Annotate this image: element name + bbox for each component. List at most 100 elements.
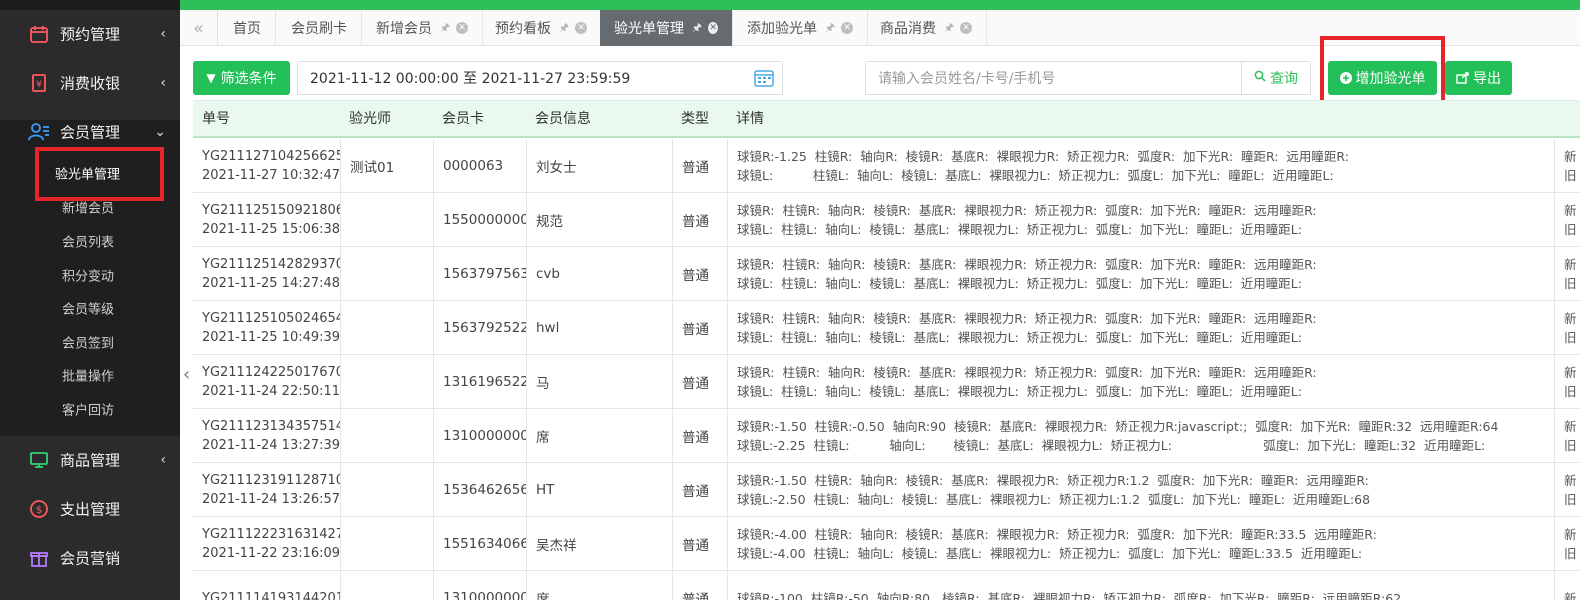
pin-icon[interactable]: 🖈 xyxy=(944,19,954,38)
cell-card-text: 0000063 xyxy=(443,158,504,174)
close-icon[interactable]: ✕ xyxy=(575,22,588,34)
close-icon[interactable]: ✕ xyxy=(960,22,973,34)
pin-icon[interactable]: 🖈 xyxy=(825,19,835,38)
cell-detail-text: 球镜L: 柱镜L: 轴向L: 棱镜L: 基底L: 裸眼视力L: 矫正视力L: 弧… xyxy=(737,168,1334,183)
cell-detail: 球镜R:-4.00 柱镜R: 轴向R: 棱镜R: 基底R: 裸眼视力R: 矫正视… xyxy=(727,517,1554,571)
coin-icon: $ xyxy=(28,498,50,520)
sidebar-item-label: 会员等级 xyxy=(62,302,115,318)
table-row[interactable]: YG2111231343575147 2021-11-24 13:27:39 131… xyxy=(193,409,1580,463)
cell-extra-text: 旧 xyxy=(1564,546,1577,561)
optometry-orders-table: 单号 验光师 会员卡 会员信息 类型 详情 YG2111271042566254… xyxy=(193,100,1580,600)
tab-optometry-orders[interactable]: 验光单管理 🖈 ✕ xyxy=(600,10,733,46)
table-row[interactable]: YG2111231911287101 2021-11-24 13:26:57 153… xyxy=(193,463,1580,517)
cell-detail-text: 球镜R:-4.00 柱镜R: 轴向R: 棱镜R: 基底R: 裸眼视力R: 矫正视… xyxy=(737,527,1377,542)
date-range-input[interactable]: 2021-11-12 00:00:00 至 2021-11-27 23:59:5… xyxy=(297,61,783,95)
sidebar-item-member-list[interactable]: 会员列表 xyxy=(0,224,180,258)
close-icon[interactable]: ✕ xyxy=(708,22,718,34)
pin-icon[interactable]: 🖈 xyxy=(692,19,702,38)
nav-group-marketing[interactable]: 会员营销 xyxy=(0,534,180,582)
column-header-member[interactable]: 会员信息 xyxy=(526,101,591,137)
calendar-icon[interactable] xyxy=(754,69,774,91)
cell-detail: 球镜R:-1.50 柱镜R: 轴向R: 棱镜R: 基底R: 裸眼视力R: 矫正视… xyxy=(727,463,1554,517)
cell-extra-text: 旧 xyxy=(1564,276,1577,291)
tab-product-consumption[interactable]: 商品消费 🖈 ✕ xyxy=(866,10,988,46)
svg-text:$: $ xyxy=(36,505,42,516)
cell-order-no: YG2111251050246549 2021-11-25 10:49:39 xyxy=(193,301,340,355)
member-search-input[interactable]: 请输入会员姓名/卡号/手机号 xyxy=(865,61,1242,95)
cell-extra-text: 旧 xyxy=(1564,438,1577,453)
filter-icon: ▼ xyxy=(206,71,216,85)
column-header-detail[interactable]: 详情 xyxy=(727,101,764,137)
tab-member-swipe[interactable]: 会员刷卡 xyxy=(277,10,362,46)
nav-group-appointments[interactable]: 预约管理 ‹ xyxy=(0,10,180,58)
cell-extra-text: 旧 xyxy=(1564,168,1577,183)
sidebar-item-label: 会员签到 xyxy=(62,336,115,352)
sidebar-item-member-levels[interactable]: 会员等级 xyxy=(0,291,180,325)
date-range-value: 2021-11-12 00:00:00 至 2021-11-27 23:59:5… xyxy=(310,71,631,87)
cell-detail-text: 球镜L: 柱镜L: 轴向L: 棱镜L: 基底L: 裸眼视力L: 矫正视力L: 弧… xyxy=(737,222,1302,237)
cell-member: 马 xyxy=(526,355,672,409)
table-row[interactable]: YG2111271042566254 2021-11-27 10:32:47 测试0… xyxy=(193,139,1580,193)
cell-order-no-text: YG2111251509218061 xyxy=(202,203,340,218)
cell-extra: 新旧 xyxy=(1554,139,1580,193)
cell-type-text: 普通 xyxy=(682,268,709,284)
nav-group-label: 消费收银 xyxy=(60,74,121,93)
tab-add-optometry-order[interactable]: 添加验光单 🖈 ✕ xyxy=(733,10,869,46)
tab-add-member[interactable]: 新增会员 🖈 ✕ xyxy=(362,10,484,46)
sidebar-item-batch[interactable]: 批量操作 xyxy=(0,358,180,392)
cell-member-text: 刘女士 xyxy=(536,160,577,176)
cell-order-no-text: YG2111251050246549 xyxy=(202,311,340,326)
export-button[interactable]: 导出 xyxy=(1445,61,1512,95)
sidebar-item-optometry-orders[interactable]: 验光单管理 xyxy=(0,156,180,190)
column-header-type[interactable]: 类型 xyxy=(672,101,709,137)
filter-button[interactable]: ▼ 筛选条件 xyxy=(193,61,290,95)
cell-extra: 新旧 xyxy=(1554,463,1580,517)
table-row[interactable]: YG2111242250176709 2021-11-24 22:50:11 131… xyxy=(193,355,1580,409)
cell-order-no-text: YG2111231343575147 xyxy=(202,419,340,434)
tab-appointment-board[interactable]: 预约看板 🖈 ✕ xyxy=(481,10,603,46)
search-button[interactable]: 查询 xyxy=(1241,61,1311,95)
tab-label: 验光单管理 xyxy=(614,21,684,37)
nav-group-checkout[interactable]: ¥ 消费收银 ‹ xyxy=(0,59,180,107)
table-row[interactable]: YG2111251509218061 2021-11-25 15:06:38 155… xyxy=(193,193,1580,247)
table-row[interactable]: YG2111222316314270 2021-11-22 23:16:09 155… xyxy=(193,517,1580,571)
cell-type: 普通 xyxy=(672,355,727,409)
tab-home[interactable]: 首页 xyxy=(219,10,276,46)
column-header-card[interactable]: 会员卡 xyxy=(433,101,484,137)
sidebar-item-checkin[interactable]: 会员签到 xyxy=(0,325,180,359)
cell-detail-text: 球镜L: 柱镜L: 轴向L: 棱镜L: 基底L: 裸眼视力L: 矫正视力L: 弧… xyxy=(737,276,1302,291)
column-header-optometrist[interactable]: 验光师 xyxy=(340,101,391,137)
cell-order-no-text: YG2111251428293702 xyxy=(202,257,340,272)
table-row[interactable]: YG2111251050246549 2021-11-25 10:49:39 156… xyxy=(193,301,1580,355)
column-header-order-no[interactable]: 单号 xyxy=(193,101,230,137)
cell-extra-text: 新 xyxy=(1564,590,1577,600)
close-icon[interactable]: ✕ xyxy=(456,22,469,34)
cell-optometrist xyxy=(340,247,433,301)
sidebar: 预约管理 ‹ ¥ 消费收银 ‹ 会员管理 ⌄ 验光单管理 新增会员 会员列表 积… xyxy=(0,0,180,600)
members-icon xyxy=(28,121,50,143)
sidebar-item-followup[interactable]: 客户回访 xyxy=(0,392,180,426)
table-row[interactable]: YG2111251428293702 2021-11-25 14:27:48 156… xyxy=(193,247,1580,301)
table-row[interactable]: YG2111141931442013 13100000000 席 普通 球镜R:-100… xyxy=(193,571,1580,600)
sidebar-item-add-member[interactable]: 新增会员 xyxy=(0,190,180,224)
cell-detail-text: 球镜R:-1.50 柱镜R:-0.50 轴向R:90 棱镜R: 基底R: 裸眼视… xyxy=(737,419,1499,434)
nav-group-expenses[interactable]: $ 支出管理 xyxy=(0,485,180,533)
cell-order-no-text: 2021-11-27 10:32:47 xyxy=(202,168,340,183)
nav-group-members[interactable]: 会员管理 ⌄ xyxy=(0,108,180,156)
tab-label: 首页 xyxy=(233,21,261,37)
nav-group-products[interactable]: 商品管理 ‹ xyxy=(0,436,180,484)
cell-card: 15516340663 xyxy=(433,517,526,571)
cell-detail: 球镜R:-1.25 柱镜R: 轴向R: 棱镜R: 基底R: 裸眼视力R: 矫正视… xyxy=(727,139,1554,193)
cell-detail-text: 球镜R: 柱镜R: 轴向R: 棱镜R: 基底R: 裸眼视力R: 矫正视力R: 弧… xyxy=(737,365,1317,380)
cell-member-text: 席 xyxy=(536,430,550,446)
sidebar-item-points[interactable]: 积分变动 xyxy=(0,258,180,292)
plus-circle-icon xyxy=(1339,72,1352,84)
tabs-scroll-left-icon[interactable]: « xyxy=(180,10,218,46)
add-optometry-order-button[interactable]: 增加验光单 xyxy=(1328,61,1437,95)
collapse-sidebar-icon[interactable]: ‹ xyxy=(183,364,190,385)
close-icon[interactable]: ✕ xyxy=(841,22,854,34)
cell-card-text: 15637925228 xyxy=(443,320,526,336)
pin-icon[interactable]: 🖈 xyxy=(440,19,450,38)
pin-icon[interactable]: 🖈 xyxy=(559,19,569,38)
search-placeholder: 请输入会员姓名/卡号/手机号 xyxy=(878,71,1056,87)
